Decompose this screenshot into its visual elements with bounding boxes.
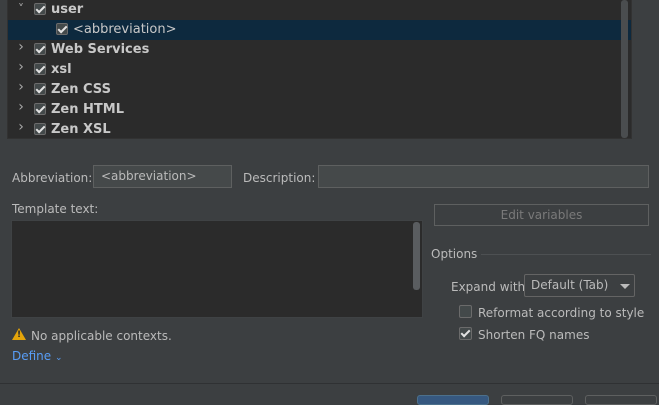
- tree-item[interactable]: › Web Services: [8, 40, 631, 60]
- cancel-button[interactable]: [501, 395, 573, 405]
- abbreviation-label: Abbreviation:: [12, 171, 93, 185]
- bottom-separator: [0, 383, 659, 384]
- tree-item[interactable]: › Zen HTML: [8, 100, 631, 120]
- tree-item-checkbox[interactable]: [34, 83, 46, 95]
- template-tree[interactable]: ˅ user <abbreviation> › Web Services › xsl › Zen…: [7, 0, 632, 139]
- chevron-right-icon[interactable]: ›: [15, 80, 27, 94]
- tree-item-label: Zen XSL: [51, 122, 111, 137]
- tree-item-checkbox[interactable]: [34, 123, 46, 135]
- tree-item-checkbox[interactable]: [34, 63, 46, 75]
- chevron-right-icon[interactable]: ›: [15, 100, 27, 114]
- expand-with-value: Default (Tab): [531, 278, 609, 292]
- tree-item[interactable]: › Zen CSS: [8, 80, 631, 100]
- tree-item-label: Web Services: [51, 42, 150, 57]
- shorten-fq-checkbox[interactable]: [459, 327, 472, 340]
- tree-item-checkbox[interactable]: [34, 3, 46, 15]
- edit-variables-button[interactable]: Edit variables: [434, 204, 649, 226]
- tree-item-label: Zen CSS: [51, 82, 111, 97]
- chevron-down-icon[interactable]: ˅: [15, 3, 27, 15]
- description-label: Description:: [243, 171, 316, 185]
- tree-item-checkbox[interactable]: [34, 43, 46, 55]
- description-field[interactable]: [318, 165, 649, 188]
- reformat-checkbox[interactable]: [459, 305, 472, 318]
- template-scrollbar[interactable]: [413, 222, 420, 290]
- tree-item-checkbox[interactable]: [56, 23, 68, 35]
- apply-button[interactable]: [585, 395, 657, 405]
- tree-item-checkbox[interactable]: [34, 103, 46, 115]
- tree-item-label: <abbreviation>: [73, 22, 177, 37]
- chevron-down-icon: [620, 284, 630, 289]
- options-separator: [481, 254, 651, 255]
- tree-item-label: user: [51, 2, 84, 17]
- tree-scrollbar[interactable]: [621, 0, 628, 138]
- ok-button[interactable]: [417, 395, 489, 405]
- reformat-label[interactable]: Reformat according to style: [478, 306, 644, 320]
- options-title: Options: [431, 247, 478, 261]
- tree-item-label: xsl: [51, 62, 72, 77]
- chevron-right-icon[interactable]: ›: [15, 60, 27, 74]
- chevron-right-icon[interactable]: ›: [15, 120, 27, 134]
- tree-item[interactable]: ˅ user: [8, 0, 631, 20]
- define-link-label: Define: [12, 349, 52, 363]
- expand-with-label: Expand with: [451, 280, 526, 294]
- warning-mark: !: [16, 330, 22, 340]
- tree-item-label: Zen HTML: [51, 102, 124, 117]
- chevron-down-icon: ⌄: [55, 353, 63, 363]
- tree-item[interactable]: › xsl: [8, 60, 631, 80]
- tree-item[interactable]: › Zen XSL: [8, 120, 631, 138]
- template-text-label: Template text:: [12, 202, 99, 216]
- template-text-area[interactable]: [11, 220, 423, 318]
- no-contexts-text: No applicable contexts.: [31, 329, 172, 343]
- chevron-right-icon[interactable]: ›: [15, 40, 27, 54]
- define-link[interactable]: Define ⌄: [12, 349, 63, 363]
- expand-with-combo[interactable]: Default (Tab): [524, 274, 635, 297]
- shorten-fq-label[interactable]: Shorten FQ names: [478, 328, 589, 342]
- abbreviation-field[interactable]: <abbreviation>: [93, 165, 232, 188]
- tree-item[interactable]: <abbreviation>: [8, 20, 631, 40]
